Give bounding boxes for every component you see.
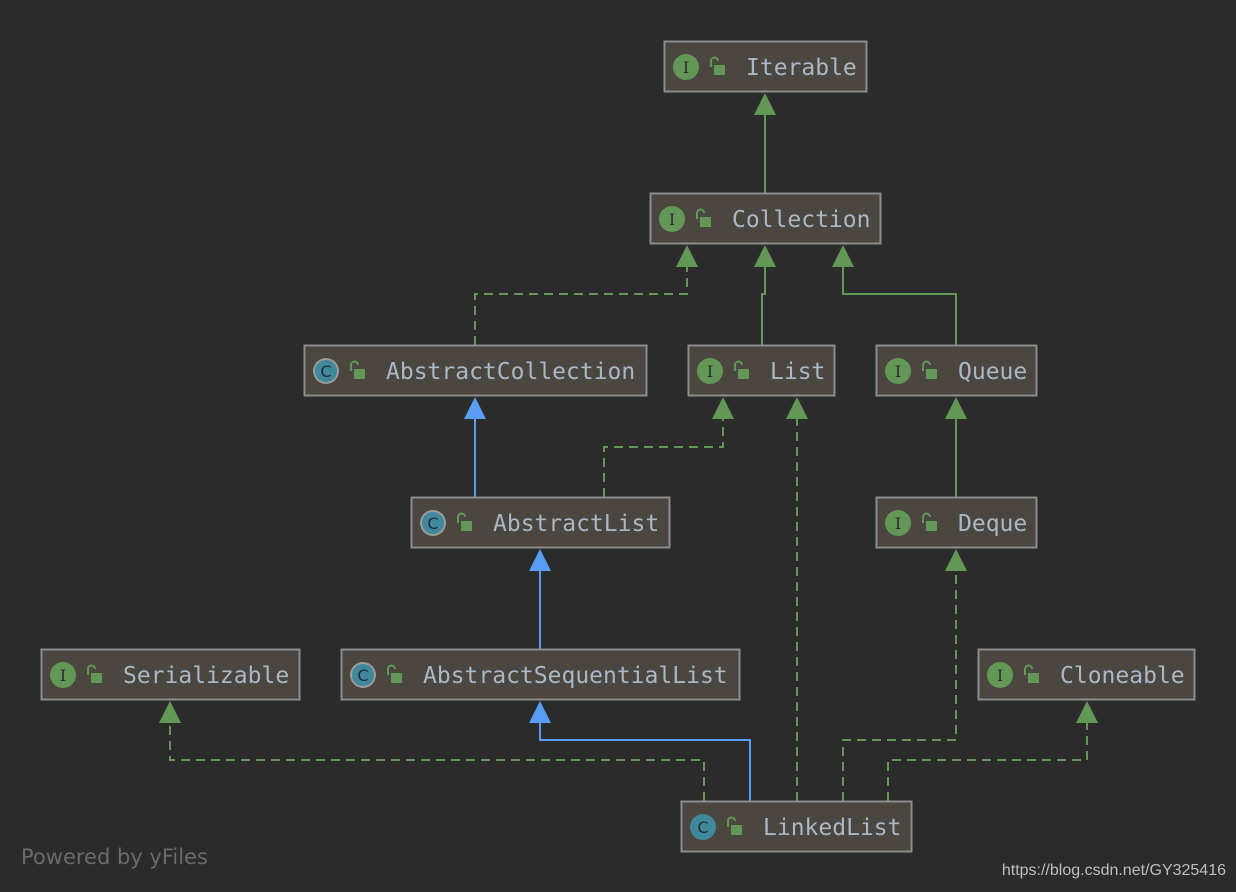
svg-text:C: C: [427, 514, 438, 533]
node-label: Collection: [732, 207, 870, 233]
arrowhead-icon: [529, 701, 551, 723]
edge-AbstractCollection-to-Collection: [474, 245, 698, 345]
edge-line: [887, 719, 1088, 801]
edge-line: [842, 567, 957, 801]
edge-line: [761, 263, 766, 345]
node-AbstractSequentialList[interactable]: C AbstractSequentialList: [340, 648, 741, 701]
interface-icon: I: [697, 358, 723, 384]
svg-text:C: C: [357, 666, 368, 685]
node-label: Cloneable: [1060, 663, 1185, 689]
arrowhead-icon: [529, 549, 551, 571]
svg-text:I: I: [683, 58, 689, 77]
node-Serializable[interactable]: I Serializable: [40, 648, 301, 701]
node-label: Queue: [958, 359, 1027, 385]
node-label: List: [770, 359, 825, 385]
class-hierarchy-diagram: I Iterable I Collection C AbstractCollection I…: [40, 40, 1196, 853]
svg-text:C: C: [320, 362, 331, 381]
edge-AbstractList-to-List: [603, 397, 734, 497]
arrowhead-icon: [754, 245, 776, 267]
edge-line: [474, 263, 688, 345]
watermark-url: https://blog.csdn.net/GY325416: [1001, 862, 1226, 879]
class-icon: C: [690, 814, 716, 840]
node-Iterable[interactable]: I Iterable: [663, 40, 868, 93]
powered-by-footer: Powered by yFiles: [21, 845, 208, 869]
interface-icon: I: [987, 662, 1013, 688]
svg-text:I: I: [997, 666, 1003, 685]
arrowhead-icon: [676, 245, 698, 267]
edge-LinkedList-to-Serializable: [159, 701, 705, 801]
svg-text:C: C: [697, 818, 708, 837]
edge-Collection-to-Iterable: [754, 93, 776, 193]
node-Cloneable[interactable]: I Cloneable: [977, 648, 1196, 701]
node-label: AbstractCollection: [386, 359, 635, 385]
arrowhead-icon: [754, 93, 776, 115]
node-Deque[interactable]: I Deque: [875, 496, 1038, 549]
edge-Deque-to-Queue: [945, 397, 967, 497]
uml-diagram-canvas: I Iterable I Collection C AbstractCollection I…: [0, 0, 1236, 892]
edge-LinkedList-to-Cloneable: [887, 701, 1098, 801]
arrowhead-icon: [712, 397, 734, 419]
arrowhead-icon: [1076, 701, 1098, 723]
edge-List-to-Collection: [754, 245, 776, 345]
svg-text:I: I: [60, 666, 66, 685]
node-label: Serializable: [123, 663, 289, 689]
svg-text:I: I: [707, 362, 713, 381]
edge-Queue-to-Collection: [832, 245, 957, 345]
node-label: Iterable: [746, 55, 857, 81]
svg-text:I: I: [669, 210, 675, 229]
edge-LinkedList-to-AbstractSequentialList: [529, 701, 751, 801]
node-Collection[interactable]: I Collection: [649, 192, 882, 245]
interface-icon: I: [885, 358, 911, 384]
abstract-class-icon: C: [350, 662, 376, 688]
interface-icon: I: [50, 662, 76, 688]
node-label: LinkedList: [763, 815, 901, 841]
svg-text:I: I: [895, 362, 901, 381]
arrowhead-icon: [464, 397, 486, 419]
edge-LinkedList-to-List: [786, 397, 808, 801]
abstract-class-icon: C: [313, 358, 339, 384]
arrowhead-icon: [832, 245, 854, 267]
interface-icon: I: [673, 54, 699, 80]
arrowhead-icon: [159, 701, 181, 723]
svg-text:I: I: [895, 514, 901, 533]
abstract-class-icon: C: [420, 510, 446, 536]
arrowhead-icon: [945, 397, 967, 419]
interface-icon: I: [885, 510, 911, 536]
edge-LinkedList-to-Deque: [842, 549, 967, 801]
node-label: Deque: [958, 511, 1027, 537]
interface-icon: I: [659, 206, 685, 232]
edge-AbstractSequentialList-to-AbstractList: [529, 549, 551, 649]
arrowhead-icon: [786, 397, 808, 419]
node-Queue[interactable]: I Queue: [875, 344, 1038, 397]
edge-line: [603, 415, 724, 497]
node-LinkedList[interactable]: C LinkedList: [680, 800, 913, 853]
node-label: AbstractList: [493, 511, 659, 537]
edge-line: [842, 263, 957, 345]
node-label: AbstractSequentialList: [423, 663, 728, 689]
arrowhead-icon: [945, 549, 967, 571]
edge-line: [169, 719, 705, 801]
node-AbstractCollection[interactable]: C AbstractCollection: [303, 344, 648, 397]
node-List[interactable]: I List: [687, 344, 836, 397]
node-AbstractList[interactable]: C AbstractList: [410, 496, 671, 549]
edge-AbstractList-to-AbstractCollection: [464, 397, 486, 497]
